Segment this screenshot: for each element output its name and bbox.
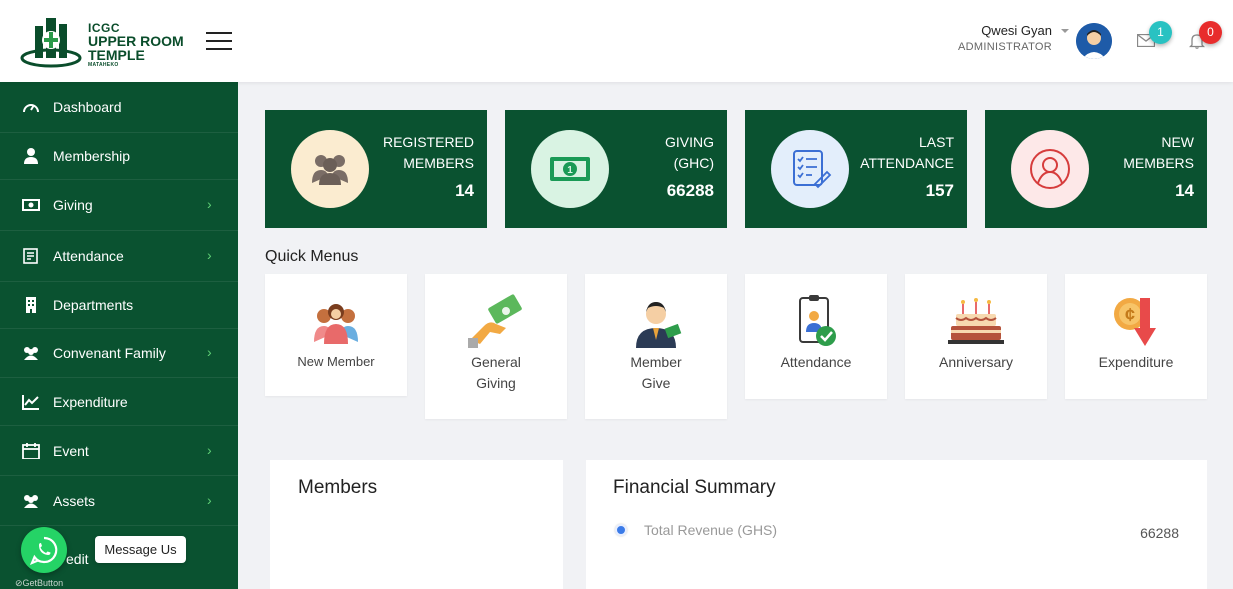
stat-value: 14 (1175, 181, 1194, 200)
stat-title: REGISTERED MEMBERS (382, 134, 474, 171)
quick-menu-label: General Giving (471, 354, 521, 391)
businessman-icon (636, 302, 682, 348)
stat-card-registered-members[interactable]: REGISTERED MEMBERS 14 (265, 110, 487, 228)
chevron-right-icon: › (207, 491, 212, 508)
church-logo[interactable] (20, 16, 82, 68)
money-hand-icon (468, 294, 522, 348)
money-icon (22, 199, 40, 211)
getbutton-logo-icon: ⊘ (15, 578, 23, 588)
legend-dot (615, 524, 627, 536)
sidebar-item-convenant-family[interactable]: Convenant Family › (0, 329, 238, 378)
sidebar-item-label: Event (53, 442, 89, 459)
members-panel: Members (270, 460, 563, 589)
quick-menu-attendance[interactable]: Attendance (745, 274, 887, 399)
chevron-right-icon: › (207, 344, 212, 361)
quick-menu-expenditure[interactable]: ¢ Expenditure (1065, 274, 1207, 399)
quick-menu-label: Attendance (780, 354, 852, 370)
id-badge-check-icon (799, 295, 836, 346)
whatsapp-tooltip[interactable]: Message Us (95, 536, 186, 563)
top-header: ICGC UPPER ROOM TEMPLE MATAHEKO Qwesi Gy… (0, 0, 1233, 82)
chevron-right-icon: › (207, 441, 212, 458)
stat-card-last-attendance[interactable]: LAST ATTENDANCE 157 (745, 110, 967, 228)
sidebar-item-label: Dashboard (53, 99, 122, 115)
birthday-cake-icon (948, 298, 1004, 344)
whatsapp-icon (29, 536, 58, 566)
user-name[interactable]: Qwesi Gyan (981, 23, 1052, 38)
stat-card-giving[interactable]: 1 GIVING (GHC) 66288 (505, 110, 727, 228)
stat-value: 157 (925, 181, 954, 200)
stat-card-new-members[interactable]: NEW MEMBERS 14 (985, 110, 1207, 228)
quick-menus-title: Quick Menus (265, 248, 359, 265)
sidebar: Dashboard Membership Giving › Attendance… (0, 82, 238, 589)
quick-menu-label: Expenditure (1098, 354, 1174, 370)
stat-title: LAST ATTENDANCE (860, 134, 954, 171)
logo-line-3: TEMPLE (88, 47, 145, 63)
user-circle-icon (1011, 130, 1089, 208)
getbutton-credit[interactable]: ⊘GetButton (15, 578, 63, 589)
sidebar-item-assets[interactable]: Assets › (0, 476, 238, 526)
user-role: ADMINISTRATOR (958, 41, 1052, 53)
logo-line-4: MATAHEKO (88, 62, 119, 68)
users-icon (24, 347, 38, 360)
checklist-icon (771, 130, 849, 208)
sidebar-item-label: Assets (53, 492, 96, 509)
stat-value: 14 (455, 181, 474, 200)
coin-down-arrow-icon: ¢ (1114, 298, 1156, 346)
menu-toggle-icon[interactable] (206, 32, 232, 50)
quick-menu-label: Anniversary (939, 354, 1013, 370)
dashboard-icon (23, 104, 39, 113)
quick-menu-label: Member Give (630, 354, 682, 391)
sidebar-item-label: Giving (53, 197, 93, 213)
legend-label: Total Revenue (GHS) (644, 522, 778, 538)
whatsapp-button[interactable] (21, 527, 67, 573)
chart-icon (22, 394, 39, 410)
panel-title: Members (298, 477, 378, 498)
logo-line-2: UPPER ROOM (88, 33, 184, 49)
sidebar-item-departments[interactable]: Departments (0, 282, 238, 329)
sidebar-item-dashboard[interactable]: Dashboard (0, 82, 238, 133)
quick-menu-label: New Member (297, 354, 375, 369)
panel-title: Financial Summary (613, 477, 776, 498)
chevron-right-icon: › (207, 196, 212, 213)
quick-menu-member-give[interactable]: Member Give (585, 274, 727, 419)
caret-down-icon[interactable] (1061, 29, 1069, 33)
legend-value: 66288 (1140, 525, 1179, 541)
stat-title: NEW MEMBERS (1123, 134, 1194, 171)
mail-count-badge[interactable]: 1 (1149, 21, 1172, 44)
sidebar-item-attendance[interactable]: Attendance › (0, 231, 238, 282)
clipboard-icon (23, 248, 38, 264)
notification-count-badge[interactable]: 0 (1199, 21, 1222, 44)
avatar[interactable] (1076, 23, 1112, 59)
sidebar-item-label: Expenditure (53, 393, 128, 410)
chevron-right-icon: › (207, 247, 212, 264)
sidebar-item-label: Membership (53, 148, 131, 164)
financial-summary-panel: Financial Summary Total Revenue (GHS) 66… (586, 460, 1207, 589)
quick-menu-general-giving[interactable]: General Giving (425, 274, 567, 419)
users-icon (291, 130, 369, 208)
sidebar-item-label: Convenant Family (53, 345, 166, 361)
quick-menu-anniversary[interactable]: Anniversary (905, 274, 1047, 399)
logo-text: ICGC UPPER ROOM TEMPLE MATAHEKO (88, 22, 184, 69)
stat-value: 66288 (666, 181, 714, 200)
sidebar-item-label: edit (66, 551, 89, 567)
svg-text:¢: ¢ (1125, 305, 1135, 325)
sidebar-item-membership[interactable]: Membership (0, 133, 238, 180)
sidebar-item-giving[interactable]: Giving › (0, 180, 238, 231)
calendar-icon (22, 442, 40, 459)
building-icon (26, 297, 36, 313)
sidebar-item-label: Attendance (53, 248, 124, 264)
quick-menu-new-member[interactable]: New Member (265, 274, 407, 396)
group-people-icon (314, 304, 358, 344)
money-icon: 1 (531, 130, 609, 208)
user-icon (24, 148, 38, 164)
sidebar-item-label: Departments (53, 297, 134, 313)
users-icon (24, 494, 38, 508)
sidebar-item-expenditure[interactable]: Expenditure (0, 378, 238, 426)
stat-title: GIVING (GHC) (664, 134, 714, 171)
svg-text:1: 1 (567, 165, 573, 176)
sidebar-item-event[interactable]: Event › (0, 426, 238, 476)
